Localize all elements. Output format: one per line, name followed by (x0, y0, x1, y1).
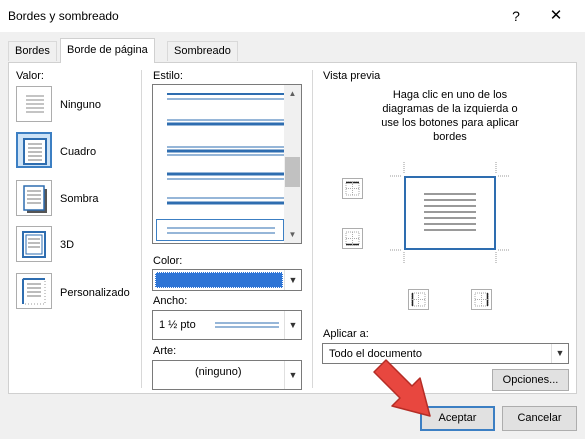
help-button[interactable]: ? (505, 5, 527, 27)
setting-3d-icon[interactable] (16, 226, 52, 262)
title-bar: Bordes y sombreado ? ✕ (0, 0, 585, 32)
tab-label: Bordes (15, 45, 50, 57)
color-combo[interactable]: ▼ (152, 269, 302, 291)
close-button[interactable]: ✕ (545, 5, 567, 27)
window-title: Bordes y sombreado (8, 9, 119, 23)
apply-to-combo[interactable]: Todo el documento ▼ (322, 343, 569, 364)
setting-option-label: 3D (60, 239, 75, 251)
separator (312, 70, 313, 388)
scroll-thumb[interactable] (285, 157, 300, 187)
separator (141, 70, 142, 388)
top-border-icon[interactable] (342, 178, 363, 199)
style-option[interactable] (167, 171, 285, 183)
tab-label: Borde de página (67, 44, 148, 56)
bottom-border-icon[interactable] (342, 228, 363, 249)
width-label: Ancho: (153, 295, 188, 307)
style-scrollbar[interactable]: ▲ ▼ (284, 85, 301, 243)
preview-text-lines (424, 193, 476, 231)
cancel-button-label: Cancelar (517, 412, 562, 424)
preview-instructions: Haga clic en uno de los diagramas de la … (360, 88, 540, 144)
style-label: Estilo: (153, 70, 183, 82)
setting-box-icon[interactable] (16, 132, 52, 168)
color-label: Color: (153, 255, 183, 267)
art-label: Arte: (153, 345, 177, 357)
chevron-down-icon[interactable]: ▼ (284, 311, 301, 339)
instruction-line: diagramas de la izquierda o (382, 103, 518, 115)
left-border-icon[interactable] (408, 289, 429, 310)
style-option[interactable] (167, 91, 285, 103)
setting-option-label: Cuadro (60, 146, 97, 158)
right-border-icon[interactable] (471, 289, 492, 310)
style-option-selected[interactable] (156, 219, 284, 241)
options-button-label: Opciones... (502, 374, 559, 386)
apply-to-label: Aplicar a: (323, 328, 369, 340)
style-list[interactable]: ▲ ▼ (152, 84, 302, 244)
width-value: 1 ½ pto (159, 319, 196, 331)
setting-option-label: Personalizado (60, 287, 130, 299)
setting-none-icon[interactable] (16, 86, 52, 122)
style-option[interactable] (167, 195, 285, 207)
instruction-line: use los botones para aplicar (381, 117, 519, 129)
style-option[interactable] (167, 118, 285, 130)
red-arrow-icon (373, 359, 431, 417)
art-value: (ninguno) (195, 366, 242, 378)
scroll-down-icon[interactable]: ▼ (284, 226, 301, 243)
instruction-line: bordes (433, 131, 467, 143)
cancel-button[interactable]: Cancelar (502, 406, 577, 431)
border-preview[interactable] (404, 176, 496, 250)
width-preview-line (215, 322, 279, 328)
tab-label: Sombreado (174, 45, 231, 57)
chevron-down-icon[interactable]: ▼ (284, 270, 301, 290)
tab-sombreado[interactable]: Sombreado (167, 41, 238, 61)
options-button[interactable]: Opciones... (492, 369, 569, 391)
setting-option-label: Ninguno (60, 99, 101, 111)
tab-borde-de-pagina[interactable]: Borde de página (60, 38, 155, 63)
chevron-down-icon[interactable]: ▼ (284, 361, 301, 389)
tab-bordes[interactable]: Bordes (8, 41, 57, 61)
setting-custom-icon[interactable] (16, 273, 52, 309)
style-option[interactable] (167, 145, 285, 157)
width-combo[interactable]: 1 ½ pto ▼ (152, 310, 302, 340)
setting-label: Valor: (16, 70, 44, 82)
scroll-up-icon[interactable]: ▲ (284, 85, 301, 102)
color-swatch (155, 272, 283, 288)
instruction-line: Haga clic en uno de los (392, 89, 508, 101)
art-combo[interactable]: (ninguno) ▼ (152, 360, 302, 390)
setting-shadow-icon[interactable] (16, 180, 52, 216)
chevron-down-icon[interactable]: ▼ (551, 344, 568, 363)
ok-button-label: Aceptar (438, 412, 477, 424)
preview-label: Vista previa (323, 70, 381, 82)
setting-option-label: Sombra (60, 193, 99, 205)
